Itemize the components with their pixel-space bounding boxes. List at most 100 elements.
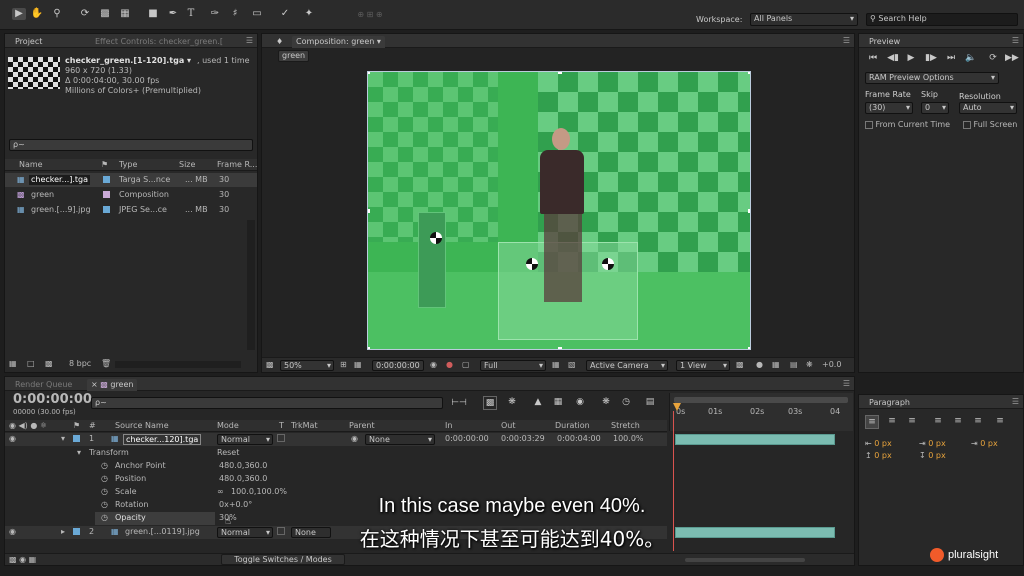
layer-label-swatch[interactable] xyxy=(73,434,80,444)
fast-previews-icon[interactable]: ▧ xyxy=(568,360,576,370)
full-screen-checkbox[interactable]: Full Screen xyxy=(963,120,1017,130)
project-hscrollbar[interactable] xyxy=(115,361,241,368)
layer-duration[interactable]: 0:00:04:00 xyxy=(557,434,601,444)
frame-blending-icon[interactable]: ▦ xyxy=(551,396,565,408)
align-center-icon[interactable]: ≡ xyxy=(885,415,899,427)
zoom-dropdown[interactable]: 50% ▾ xyxy=(280,360,334,371)
close-icon[interactable]: × xyxy=(91,380,98,389)
show-channel-icon[interactable]: ● xyxy=(446,360,453,370)
transform-reset[interactable]: Reset xyxy=(217,448,239,458)
first-line-indent-field[interactable]: ⇥ 0 px xyxy=(971,439,998,449)
expand-switches-icon[interactable]: ▩ ◉ ▦ xyxy=(9,555,36,565)
camera-tool-icon[interactable]: ▩ xyxy=(98,8,112,20)
skip-dropdown[interactable]: 0 ▾ xyxy=(921,102,949,114)
ram-preview-dropdown[interactable]: RAM Preview Options ▾ xyxy=(865,72,999,84)
indent-right-field[interactable]: ⇥ 0 px xyxy=(919,439,946,449)
stopwatch-icon[interactable]: ◷ xyxy=(619,396,633,408)
transparency-grid-icon[interactable]: ▦ xyxy=(552,360,560,370)
live-update-icon[interactable]: ▩ xyxy=(483,396,497,410)
zoom-tool-icon[interactable]: ⚲ xyxy=(50,8,64,20)
position-value[interactable]: 480.0,360.0 xyxy=(219,474,267,484)
anchor-point-value[interactable]: 480.0,360.0 xyxy=(219,461,267,471)
panel-menu-icon[interactable]: ☰ xyxy=(1012,36,1019,45)
transform-handle[interactable] xyxy=(748,72,750,74)
panel-menu-icon[interactable]: ☰ xyxy=(843,379,850,388)
space-before-field[interactable]: ↥ 0 px xyxy=(865,451,892,461)
toggle-pixel-icon[interactable]: ▩ xyxy=(736,360,744,370)
col-t[interactable]: T xyxy=(279,421,284,431)
next-frame-icon[interactable]: ▮▶ xyxy=(925,52,937,64)
brush-tool-icon[interactable]: ✑ xyxy=(208,8,222,20)
align-left-icon[interactable]: ≡ xyxy=(865,415,879,429)
mode-dropdown[interactable]: Normal ▾ xyxy=(217,434,273,445)
expand-arrow-icon[interactable]: ▾ xyxy=(61,434,65,444)
last-frame-icon[interactable]: ⏭ xyxy=(945,52,957,64)
project-scrollbar[interactable] xyxy=(247,220,255,350)
transform-handle[interactable] xyxy=(748,209,750,213)
frame-rate-dropdown[interactable]: (30) ▾ xyxy=(865,102,913,114)
lock-icon[interactable]: ♦ xyxy=(272,36,287,48)
col-type[interactable]: Type xyxy=(119,160,137,170)
col-name[interactable]: Name xyxy=(19,160,43,170)
col-stretch[interactable]: Stretch xyxy=(611,421,640,431)
new-folder-icon[interactable]: □ xyxy=(27,359,35,369)
view-layout-dropdown[interactable]: 1 View ▾ xyxy=(676,360,730,371)
new-composition-icon[interactable]: ▩ xyxy=(45,359,53,369)
safe-zones-icon[interactable]: ⊞ xyxy=(340,360,347,370)
clone-stamp-tool-icon[interactable]: ♯ xyxy=(228,8,242,20)
layer-duration-bar[interactable] xyxy=(675,434,835,445)
timeline-search-input[interactable]: ρ~ xyxy=(91,397,443,409)
transform-handle[interactable] xyxy=(368,209,370,213)
video-switch-icon[interactable]: ◉ xyxy=(9,434,16,444)
project-search-input[interactable]: ρ~ xyxy=(9,139,253,151)
col-source-name[interactable]: Source Name xyxy=(115,421,169,431)
pen-tool-icon[interactable]: ✒ xyxy=(166,8,180,20)
col-duration[interactable]: Duration xyxy=(555,421,590,431)
grid-icon[interactable]: ▦ xyxy=(354,360,362,370)
transform-handle[interactable] xyxy=(748,347,750,349)
col-frame-rate[interactable]: Frame R... xyxy=(217,160,257,170)
bpc-label[interactable]: 8 bpc xyxy=(69,359,91,369)
loop-icon[interactable]: ⟳ xyxy=(987,52,999,64)
comp-tab-green[interactable]: green xyxy=(278,50,310,62)
tab-timeline-green[interactable]: × ▩ green xyxy=(87,379,138,391)
tab-effect-controls[interactable]: Effect Controls: checker_green.[ xyxy=(91,36,227,48)
reset-exposure-icon[interactable]: ● xyxy=(756,360,763,370)
list-item[interactable]: ▦ green.[...9].jpg JPEG Se...ce ... MB 3… xyxy=(5,203,257,217)
parent-pickwhip-icon[interactable]: ◉ xyxy=(351,434,358,444)
rotate-tool-icon[interactable]: ⟳ xyxy=(78,8,92,20)
layer-stretch[interactable]: 100.0% xyxy=(613,434,644,444)
mute-audio-icon[interactable]: 🔈 xyxy=(965,52,977,64)
tab-project[interactable]: Project xyxy=(11,36,46,48)
tab-paragraph[interactable]: Paragraph xyxy=(865,397,914,409)
graph-editor-icon[interactable]: ▤ xyxy=(643,396,657,408)
space-after-field[interactable]: ↧ 0 px xyxy=(919,451,946,461)
col-mode[interactable]: Mode xyxy=(217,421,239,431)
list-item[interactable]: ▦ checker...].tga Targa S...nce ... MB 3… xyxy=(5,173,257,187)
align-right-icon[interactable]: ≡ xyxy=(905,415,919,427)
region-icon[interactable]: ▢ xyxy=(462,360,470,370)
justify-right-icon[interactable]: ≡ xyxy=(971,415,985,427)
transform-handle[interactable] xyxy=(368,347,370,349)
justify-left-icon[interactable]: ≡ xyxy=(931,415,945,427)
roto-brush-tool-icon[interactable]: ✓ xyxy=(278,8,292,20)
play-icon[interactable]: ▶ xyxy=(905,52,917,64)
transform-expand-icon[interactable]: ▾ xyxy=(77,448,81,458)
transform-handle[interactable] xyxy=(368,72,370,74)
panel-menu-icon[interactable]: ☰ xyxy=(843,36,850,45)
camera-dropdown[interactable]: Active Camera ▾ xyxy=(586,360,668,371)
hand-tool-icon[interactable]: ✋ xyxy=(30,8,44,20)
work-area-bar[interactable] xyxy=(674,397,848,403)
trash-icon[interactable]: 🗑 xyxy=(101,359,111,369)
comp-flowchart-icon[interactable]: ⊢⊣ xyxy=(451,397,467,409)
eraser-tool-icon[interactable]: ▭ xyxy=(250,8,264,20)
table-row[interactable]: ◉ ▾ 1 ▦ checker...120].tga Normal ▾ ◉ Non… xyxy=(5,433,667,446)
timecode-field[interactable]: 0:00:00:00 xyxy=(372,360,424,371)
prev-frame-icon[interactable]: ◀▮ xyxy=(887,52,899,64)
first-frame-icon[interactable]: ⏮ xyxy=(867,52,879,64)
motion-blur-icon[interactable]: ◉ xyxy=(573,396,587,408)
time-ruler[interactable]: 0s 01s 02s 03s 04 xyxy=(669,393,853,431)
resolution-dropdown[interactable]: Auto ▾ xyxy=(959,102,1017,114)
current-time-display[interactable]: 0:00:00:00 xyxy=(13,393,92,407)
always-preview-icon[interactable]: ▩ xyxy=(266,360,274,370)
